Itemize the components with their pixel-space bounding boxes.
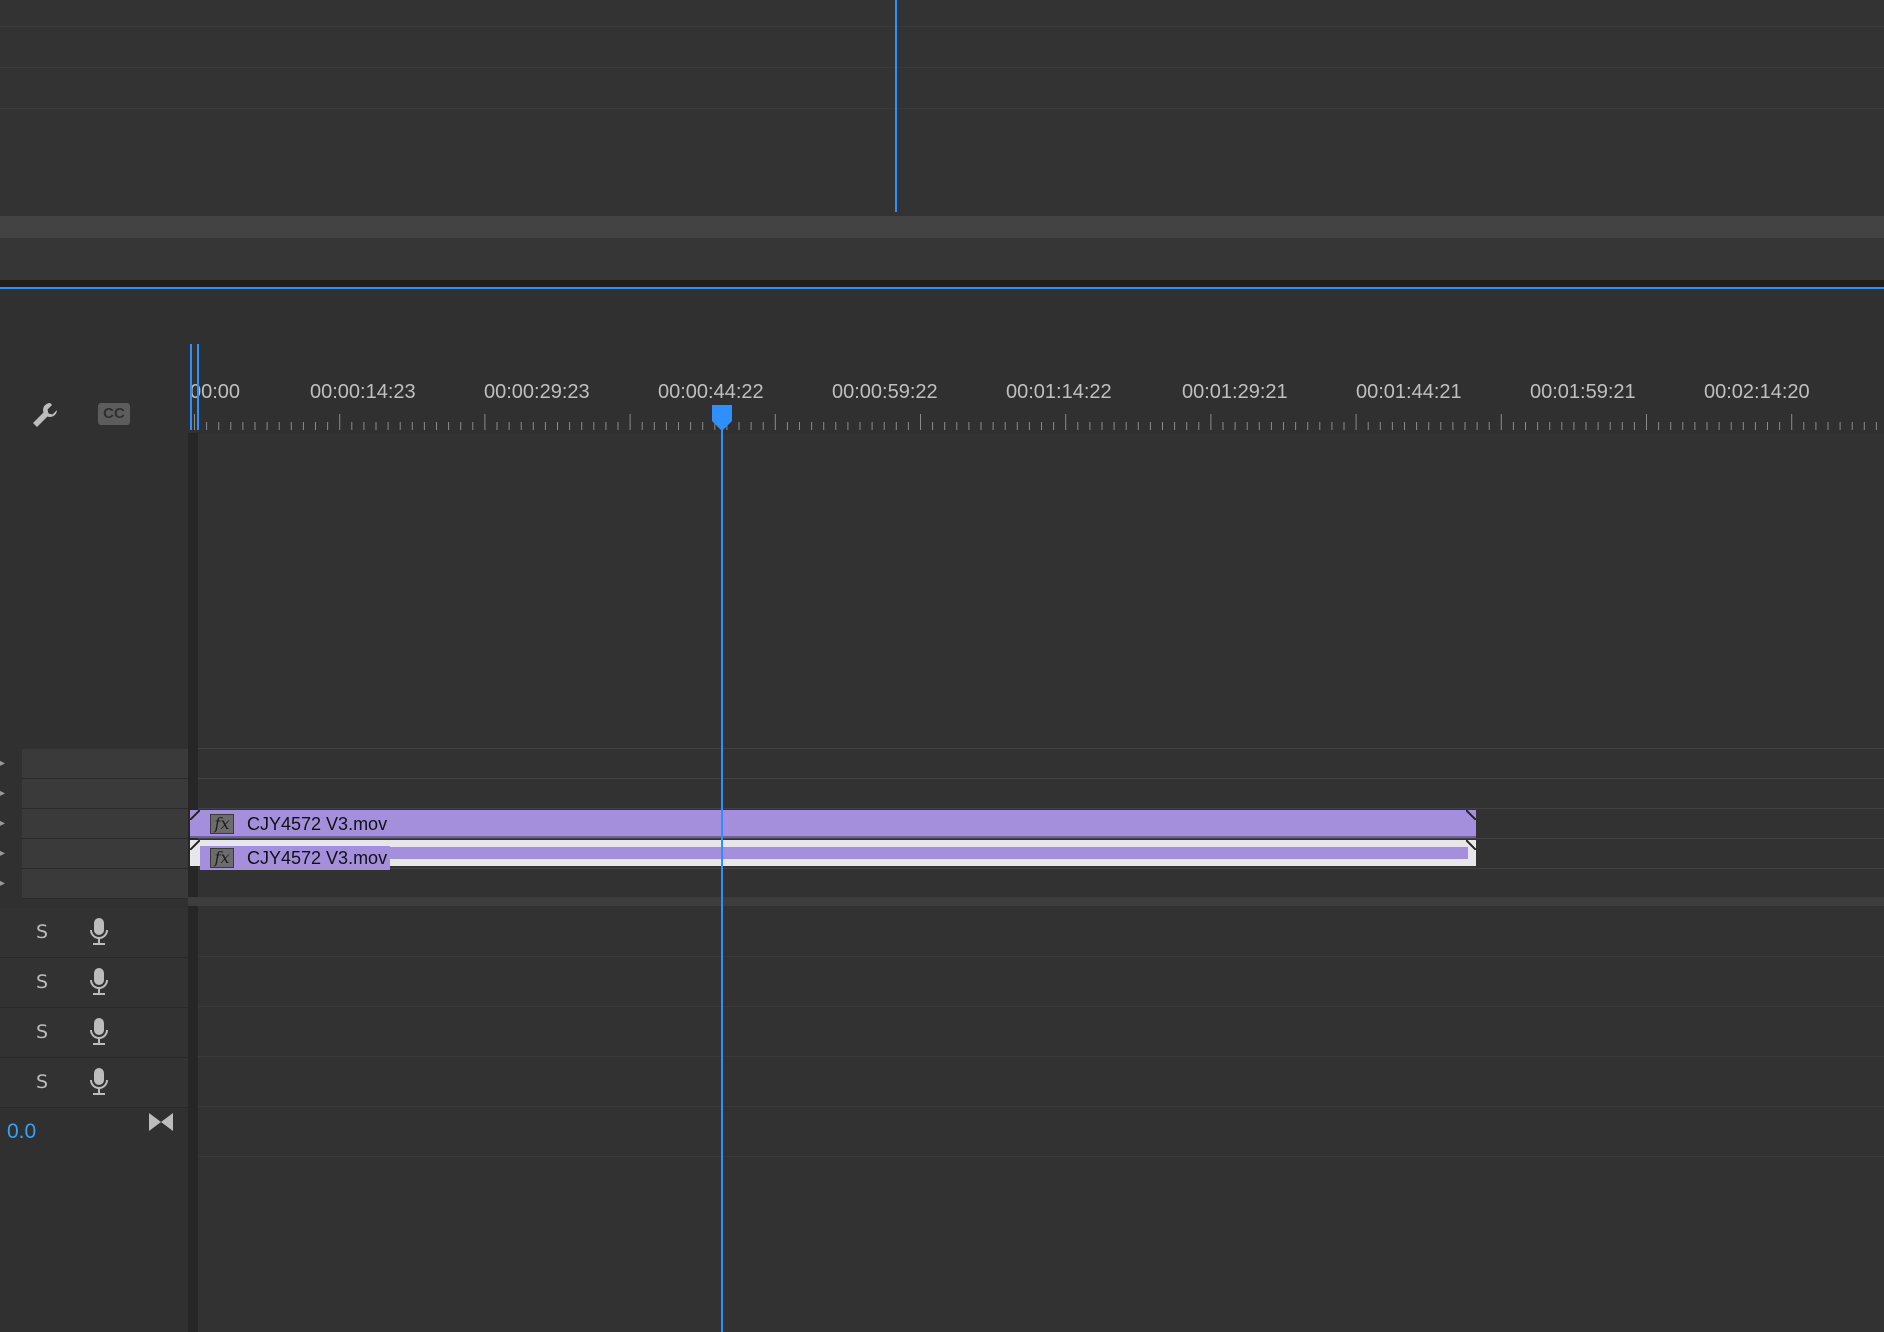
upper-bottom-band — [0, 238, 1884, 280]
video-track-header[interactable] — [22, 779, 188, 809]
video-track-header[interactable] — [22, 809, 188, 839]
expand-arrow-icon[interactable]: ▸ — [0, 818, 8, 830]
ruler-label: 00:01:59:21 — [1530, 381, 1636, 403]
upper-scrollbar[interactable] — [0, 216, 1884, 238]
audio-lane-separator — [198, 1156, 1884, 1157]
ruler-ticks — [194, 414, 1877, 430]
video-track-header[interactable] — [22, 869, 188, 899]
audio-clip-label-area: fx CJY4572 V3.mov — [200, 846, 390, 870]
upper-playhead-line — [895, 0, 897, 212]
upper-row-divider — [0, 108, 1884, 109]
audio-track-header: S — [0, 1008, 188, 1058]
clip-corner-icon — [190, 840, 200, 850]
ruler-label: 00:00:29:23 — [484, 381, 590, 403]
clip-name: CJY4572 V3.mov — [247, 814, 388, 834]
bowtie-icon[interactable] — [148, 1111, 174, 1133]
audio-track-header: S — [0, 958, 188, 1008]
clip-corner-icon — [1466, 810, 1476, 820]
expand-arrow-icon[interactable]: ▸ — [0, 788, 8, 800]
ruler-label: 00:01:29:21 — [1182, 381, 1288, 403]
track-left-gutter — [188, 433, 198, 1332]
cc-icon[interactable]: CC — [96, 400, 132, 428]
upper-row-divider — [0, 26, 1884, 27]
video-clip[interactable]: fx CJY4572 V3.mov — [190, 810, 1476, 838]
in-point-marker — [190, 344, 192, 430]
ruler-label: 00:00:59:22 — [832, 381, 938, 403]
audio-lane-separator — [198, 1006, 1884, 1007]
audio-lane-separator — [198, 956, 1884, 957]
clip-corner-icon — [190, 810, 200, 820]
solo-button[interactable]: S — [36, 1071, 56, 1093]
track-separator — [198, 748, 1884, 749]
audio-track-header: S — [0, 1058, 188, 1108]
fx-badge[interactable]: fx — [210, 848, 234, 868]
audio-clip-waveform-bar — [200, 847, 1468, 859]
expand-arrow-icon[interactable]: ▸ — [0, 848, 8, 860]
audio-lane-separator — [198, 1056, 1884, 1057]
solo-button[interactable]: S — [36, 921, 56, 943]
clip-name: CJY4572 V3.mov — [247, 848, 388, 868]
video-audio-divider[interactable] — [188, 897, 1884, 906]
ruler-label: 00:01:14:22 — [1006, 381, 1112, 403]
track-separator — [198, 808, 1884, 809]
expand-arrow-icon[interactable]: ▸ — [0, 878, 8, 890]
playhead-handle-icon[interactable] — [710, 405, 734, 431]
ruler-label: 00:00:14:23 — [310, 381, 416, 403]
solo-button[interactable]: S — [36, 971, 56, 993]
solo-button[interactable]: S — [36, 1021, 56, 1043]
wrench-icon[interactable] — [28, 398, 62, 432]
microphone-icon[interactable] — [89, 1017, 109, 1047]
expand-arrow-icon[interactable]: ▸ — [0, 758, 8, 770]
microphone-icon[interactable] — [89, 967, 109, 997]
ruler-label: 00:02:14:20 — [1704, 381, 1810, 403]
master-volume-value[interactable]: 0.0 — [7, 1120, 36, 1144]
fx-badge[interactable]: fx — [210, 814, 234, 834]
captions-label: CC — [98, 403, 130, 425]
upper-row-divider — [0, 67, 1884, 68]
track-separator — [198, 838, 1884, 839]
ruler-label: 00:00:44:22 — [658, 381, 764, 403]
audio-track-header: S — [0, 908, 188, 958]
video-track-header[interactable] — [22, 839, 188, 869]
microphone-icon[interactable] — [89, 1067, 109, 1097]
audio-lane-separator — [198, 1106, 1884, 1107]
track-separator — [198, 778, 1884, 779]
clip-corner-icon — [1466, 840, 1476, 850]
video-track-header[interactable] — [22, 749, 188, 779]
ruler-label: 00:01:44:21 — [1356, 381, 1462, 403]
in-point-marker — [197, 344, 199, 430]
playhead-line[interactable] — [721, 430, 723, 1332]
track-separator — [198, 868, 1884, 869]
microphone-icon[interactable] — [89, 917, 109, 947]
